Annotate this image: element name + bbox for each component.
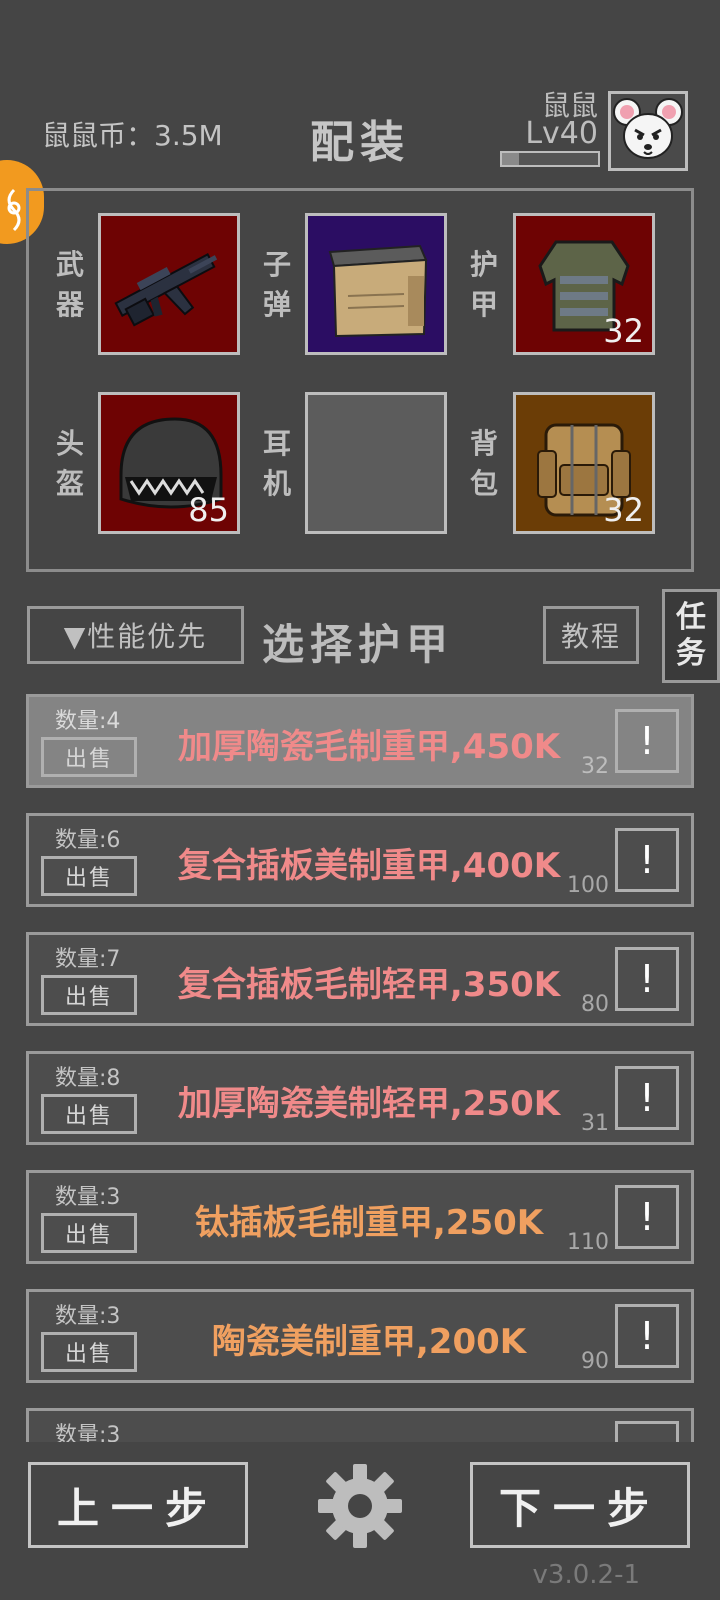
sell-button[interactable]: 出售 — [41, 975, 137, 1015]
version-label: v3.0.2-1 — [532, 1560, 640, 1590]
slot-level: 85 — [188, 491, 229, 529]
item-quantity: 数量:6 — [55, 828, 121, 853]
slot-level: 32 — [603, 312, 644, 350]
rifle-icon — [114, 253, 218, 327]
avatar[interactable] — [608, 91, 688, 171]
gear-icon — [318, 1464, 402, 1548]
item-durability: 80 — [581, 992, 609, 1017]
info-button[interactable] — [615, 1421, 679, 1442]
xp-bar — [500, 151, 600, 167]
sell-button[interactable]: 出售 — [41, 856, 137, 896]
sell-button[interactable]: 出售 — [41, 1332, 137, 1372]
list-item[interactable]: 数量:3 出售 陶瓷美制重甲,200K 90! — [26, 1289, 694, 1383]
list-item[interactable]: 数量:7 出售 复合插板毛制轻甲,350K 80! — [26, 932, 694, 1026]
item-quantity: 数量:8 — [55, 1066, 121, 1091]
task-button[interactable]: 任务 — [662, 589, 720, 683]
section-title: 选择护甲 — [262, 620, 455, 669]
item-name: 复合插板毛制轻甲,350K — [177, 965, 561, 1005]
slot-label-backpack: 背包 — [469, 427, 498, 500]
item-durability: 100 — [567, 873, 609, 898]
item-durability: 90 — [581, 1349, 609, 1374]
sell-button[interactable]: 出售 — [41, 1094, 137, 1134]
item-quantity: 数量:3 — [55, 1185, 121, 1210]
list-item[interactable]: 数量:3 — [26, 1408, 694, 1442]
xp-bar-fill — [502, 153, 520, 165]
slot-label-weapon: 武器 — [55, 248, 84, 321]
backpack-slot[interactable]: 32 — [513, 392, 655, 534]
slot-label-armor: 护甲 — [469, 248, 498, 321]
armor-slot[interactable]: 32 — [513, 213, 655, 355]
slot-label-ammo: 子弹 — [262, 248, 291, 321]
item-quantity: 数量:3 — [55, 1423, 121, 1442]
settings-button[interactable] — [316, 1462, 404, 1550]
slot-level: 32 — [603, 491, 644, 529]
headset-slot-empty[interactable] — [305, 392, 447, 534]
item-durability: 31 — [581, 1111, 609, 1136]
weapon-slot[interactable] — [98, 213, 240, 355]
info-button[interactable]: ! — [615, 1066, 679, 1130]
item-quantity: 数量:7 — [55, 947, 121, 972]
next-step-button[interactable]: 下一步 — [470, 1462, 690, 1548]
item-durability: 32 — [581, 754, 609, 779]
list-item[interactable]: 数量:6 出售 复合插板美制重甲,400K 100! — [26, 813, 694, 907]
task-button-label: 任务 — [676, 600, 706, 671]
item-durability: 110 — [567, 1230, 609, 1255]
item-name: 加厚陶瓷美制轻甲,250K — [177, 1084, 561, 1124]
slot-label-helmet: 头盔 — [55, 427, 84, 500]
item-name: 陶瓷美制重甲,200K — [211, 1322, 527, 1362]
list-item[interactable]: 数量:8 出售 加厚陶瓷美制轻甲,250K 31! — [26, 1051, 694, 1145]
helmet-slot[interactable]: 85 — [98, 392, 240, 534]
info-button[interactable]: ! — [615, 947, 679, 1011]
info-button[interactable]: ! — [615, 1185, 679, 1249]
sell-button[interactable]: 出售 — [41, 1213, 137, 1253]
item-name: 复合插板美制重甲,400K — [177, 846, 561, 886]
ammo-slot[interactable] — [305, 213, 447, 355]
mouse-avatar-icon — [613, 98, 683, 159]
info-button[interactable]: ! — [615, 709, 679, 773]
info-button[interactable]: ! — [615, 828, 679, 892]
player-level: Lv40 — [525, 116, 598, 151]
item-quantity: 数量:4 — [55, 709, 121, 734]
sell-button[interactable]: 出售 — [41, 737, 137, 777]
tutorial-button[interactable]: 教程 — [543, 606, 639, 664]
list-item[interactable]: 数量:3 出售 钛插板毛制重甲,250K 110! — [26, 1170, 694, 1264]
info-button[interactable]: ! — [615, 1304, 679, 1368]
item-quantity: 数量:3 — [55, 1304, 121, 1329]
slot-label-headset: 耳机 — [262, 427, 291, 500]
item-name: 加厚陶瓷毛制重甲,450K — [177, 727, 561, 767]
prev-step-button[interactable]: 上一步 — [28, 1462, 248, 1548]
ammo-box-icon — [328, 244, 428, 338]
armor-list[interactable]: 数量:4 出售 加厚陶瓷毛制重甲,450K 32! 数量:6 出售 复合插板美制重甲,400… — [26, 694, 694, 1442]
item-name: 钛插板毛制重甲,250K — [194, 1203, 544, 1243]
list-item[interactable]: 数量:4 出售 加厚陶瓷毛制重甲,450K 32! — [26, 694, 694, 788]
sort-dropdown[interactable]: ▼性能优先 — [27, 606, 244, 664]
